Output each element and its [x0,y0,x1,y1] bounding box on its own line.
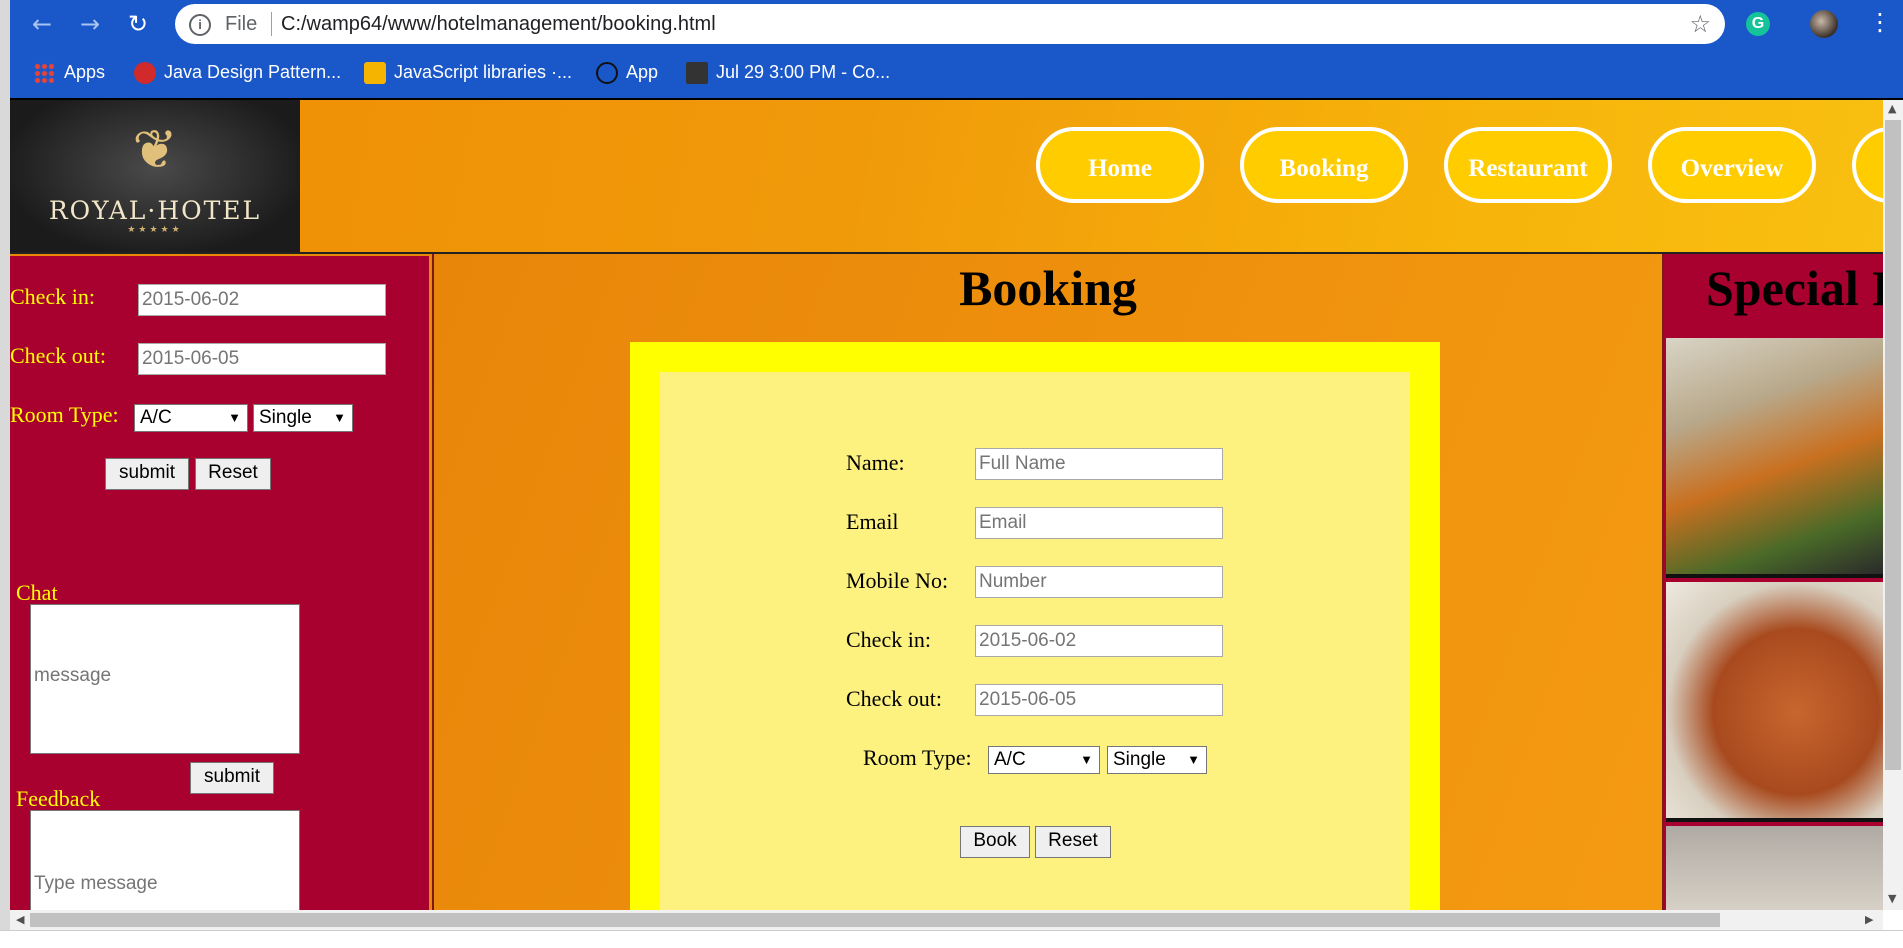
checkout-input[interactable]: 2015-06-05 [975,684,1223,716]
back-icon[interactable]: ← [26,8,58,40]
bookmark-icon [364,62,386,85]
bookmark-label: JavaScript libraries ·... [394,62,573,82]
select-value: Single [259,407,312,428]
page-title: Booking [959,260,1137,316]
apps-grid-icon [34,63,54,84]
email-label: Email [846,509,899,534]
booking-form: Name: Full Name Email Email Mobile No: N… [660,372,1410,910]
email-input[interactable]: Email [975,507,1223,539]
mobile-input[interactable]: Number [975,566,1223,598]
booking-form-frame: Name: Full Name Email Email Mobile No: N… [630,342,1440,910]
window-bottom-edge [0,930,1903,948]
checkin-input[interactable]: 2015-06-02 [975,625,1223,657]
dropdown-arrow-icon: ▼ [1187,752,1200,767]
scroll-right-icon[interactable]: ▶ [1865,913,1873,926]
swan-icon: ❦ [132,118,178,181]
forward-icon[interactable]: → [74,8,106,40]
reload-icon[interactable]: ↻ [122,8,154,40]
booking-reset-button[interactable]: Reset [1035,826,1111,858]
hotel-logo[interactable]: ❦ ROYAL·HOTEL ★★★★★ [10,100,300,252]
grammarly-icon[interactable]: G [1746,12,1770,36]
roomtype-label: Room Type: [863,745,972,770]
bookmark-java-design[interactable]: Java Design Pattern... [134,60,342,85]
bookmark-label: Apps [64,62,106,82]
sidebar-checkout-label: Check out: [10,343,106,368]
page-viewport: ❦ ROYAL·HOTEL ★★★★★ Home Booking Restaur… [10,100,1883,910]
name-input[interactable]: Full Name [975,448,1223,480]
mobile-label: Mobile No: [846,568,949,593]
left-sidebar: Check in: 2015-06-02 Check out: 2015-06-… [10,256,429,910]
menu-icon[interactable]: ⋮ [1868,8,1892,36]
bookmark-label: Java Design Pattern... [164,62,342,82]
dropdown-arrow-icon: ▼ [333,410,346,425]
chat-label: Chat [16,580,58,605]
url-text[interactable]: C:/wamp64/www/hotelmanagement/booking.ht… [281,13,716,36]
address-separator [271,12,272,36]
bookmark-js-libraries[interactable]: JavaScript libraries ·... [364,60,573,85]
file-label: File [225,13,258,35]
bookmark-label: Jul 29 3:00 PM - Co... [716,62,891,82]
nav-home[interactable]: Home [1036,127,1204,203]
star-icon[interactable]: ☆ [1689,10,1711,38]
horizontal-scrollbar[interactable]: ◀ ▶ [10,910,1883,930]
sidebar-submit-button[interactable]: submit [105,458,189,490]
select-value: Single [1113,749,1166,770]
sidebar-checkin-label: Check in: [10,284,95,309]
address-bar[interactable]: i File C:/wamp64/www/hotelmanagement/boo… [175,4,1725,44]
food-image-naan-thali [1666,338,1883,578]
sidebar-roomtype-label: Room Type: [10,402,119,427]
sidebar-checkout-input[interactable]: 2015-06-05 [138,343,386,375]
vertical-scroll-thumb[interactable] [1885,120,1901,770]
food-image-paneer-curry [1666,582,1883,822]
vertical-scrollbar[interactable]: ▲ ▼ [1883,100,1903,910]
logo-text: ROYAL·HOTEL [48,196,262,225]
info-icon[interactable]: i [189,14,211,36]
sidebar-reset-button[interactable]: Reset [195,458,271,490]
scroll-up-icon[interactable]: ▲ [1888,102,1896,115]
chat-submit-button[interactable]: submit [190,762,274,794]
horizontal-scroll-thumb[interactable] [30,913,1720,927]
bookmark-calendar[interactable]: Jul 29 3:00 PM - Co... [686,60,891,85]
bookmarks-bar: Apps Java Design Pattern... JavaScript l… [0,54,1903,90]
scroll-down-icon[interactable]: ▼ [1888,892,1896,905]
sidebar-checkin-input[interactable]: 2015-06-02 [138,284,386,316]
nav-overview[interactable]: Overview [1648,127,1816,203]
feedback-textarea[interactable]: Type message [30,810,300,910]
chat-textarea[interactable]: message [30,604,300,754]
checkout-label: Check out: [846,686,942,711]
food-image-third [1666,826,1883,910]
booking-section: Booking Name: Full Name Email Email Mobi… [432,254,1664,910]
dropdown-arrow-icon: ▼ [228,410,241,425]
bookmark-apps[interactable]: Apps [34,60,105,84]
logo-stars: ★★★★★ [127,224,183,234]
nav-restaurant[interactable]: Restaurant [1444,127,1612,203]
sidebar-ac-select[interactable]: A/C ▼ [134,404,248,432]
select-value: A/C [140,407,172,428]
profile-avatar[interactable] [1810,10,1838,38]
book-button[interactable]: Book [960,826,1030,858]
bookmark-label: App [626,62,659,82]
app-icon [596,62,618,85]
window-edge [0,0,10,947]
specials-sidebar: Special I [1664,254,1883,910]
feedback-label: Feedback [16,786,101,811]
ac-select[interactable]: A/C ▼ [988,746,1100,774]
specials-title: Special I [1706,260,1883,316]
name-label: Name: [846,450,905,475]
nav-more[interactable] [1852,127,1883,203]
checkin-label: Check in: [846,627,931,652]
site-header: ❦ ROYAL·HOTEL ★★★★★ Home Booking Restaur… [10,100,1883,254]
scroll-left-icon[interactable]: ◀ [16,913,24,926]
select-value: A/C [994,749,1026,770]
java-icon [134,62,156,85]
sidebar-single-select[interactable]: Single ▼ [253,404,353,432]
single-select[interactable]: Single ▼ [1107,746,1207,774]
browser-toolbar: ← → ↻ i File C:/wamp64/www/hotelmanageme… [0,0,1903,100]
dropdown-arrow-icon: ▼ [1080,752,1093,767]
calendar-icon [686,62,708,85]
bookmark-app[interactable]: App [596,60,659,85]
nav-booking[interactable]: Booking [1240,127,1408,203]
